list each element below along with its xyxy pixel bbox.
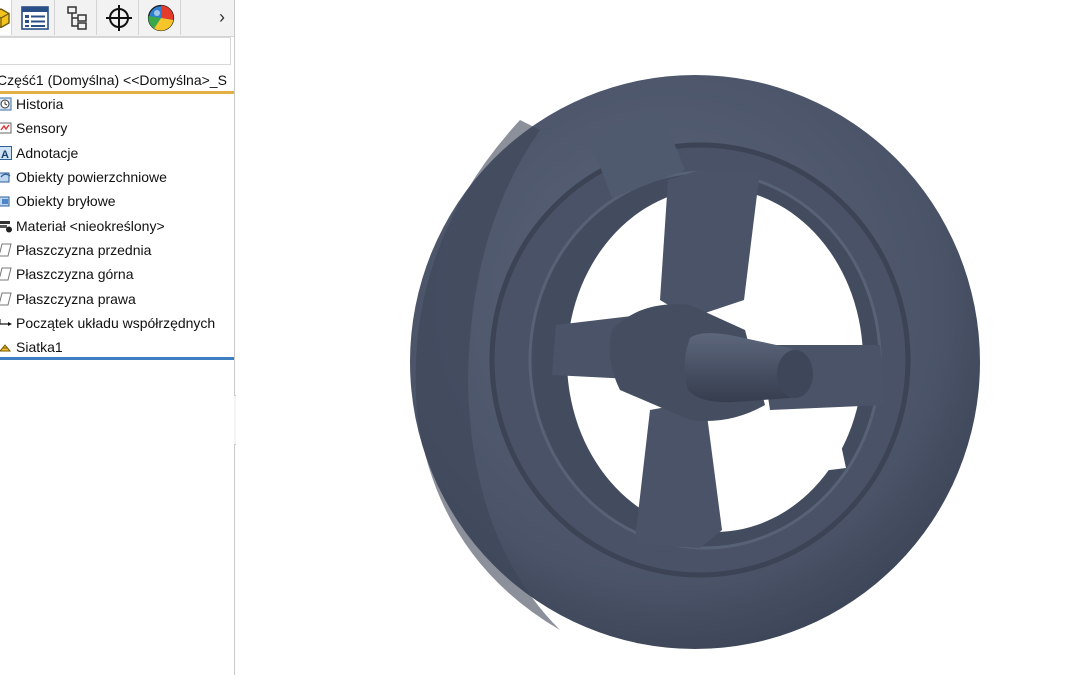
- mesh-icon: [0, 340, 12, 354]
- tree-item-label: Sensory: [16, 120, 68, 137]
- axle-end: [777, 350, 813, 398]
- tree-item-top-plane[interactable]: Płaszczyzna górna: [0, 262, 234, 286]
- plane-icon: [0, 292, 12, 306]
- solid-bodies-icon: [0, 194, 12, 208]
- tree-item-right-plane[interactable]: Płaszczyzna prawa: [0, 286, 234, 310]
- svg-text:A: A: [1, 149, 9, 160]
- tree-item-origin[interactable]: Początek układu współrzędnych: [0, 311, 234, 335]
- appearance-sphere-icon: [147, 4, 174, 31]
- tree-item-annotations[interactable]: A Adnotacje: [0, 141, 234, 165]
- tree-item-history[interactable]: Historia: [0, 92, 234, 116]
- configuration-manager-tab[interactable]: [57, 0, 97, 35]
- feature-manager-panel: › Część1 (Domyślna) <<Domyślna>_S Histor…: [0, 0, 235, 675]
- tree-item-sensors[interactable]: Sensory: [0, 116, 234, 140]
- tree-item-surface-bodies[interactable]: Obiekty powierzchniowe: [0, 165, 234, 189]
- graphics-viewport[interactable]: [236, 0, 1080, 675]
- tree-item-label: Obiekty powierzchniowe: [16, 169, 167, 186]
- tree-item-label: Płaszczyzna prawa: [16, 290, 136, 307]
- plane-icon: [0, 267, 12, 281]
- manager-tab-bar: ›: [0, 0, 234, 37]
- surface-bodies-icon: [0, 170, 12, 184]
- tree-item-label: Płaszczyzna górna: [16, 266, 134, 283]
- tree-root-label: Część1 (Domyślna) <<Domyślna>_S: [0, 72, 227, 88]
- display-manager-tab[interactable]: [141, 0, 181, 35]
- history-icon: [0, 97, 12, 111]
- tree-item-front-plane[interactable]: Płaszczyzna przednia: [0, 238, 234, 262]
- tree-item-label: Siatka1: [16, 339, 63, 356]
- tree-item-label: Obiekty bryłowe: [16, 193, 116, 210]
- rollback-bar[interactable]: [0, 357, 234, 360]
- crosshair-icon: [105, 4, 132, 31]
- tree-item-label: Materiał <nieokreślony>: [16, 217, 165, 234]
- feature-manager-tab[interactable]: [0, 0, 12, 35]
- tree-item-label: Płaszczyzna przednia: [16, 241, 152, 258]
- part-icon: [0, 7, 10, 28]
- property-list-icon: [20, 5, 49, 30]
- chevron-right-icon[interactable]: ›: [212, 4, 232, 30]
- material-icon: [0, 219, 12, 233]
- configuration-icon: [66, 5, 87, 30]
- dimxpert-manager-tab[interactable]: [99, 0, 139, 35]
- annotations-icon: A: [0, 145, 12, 160]
- tree-filter-input[interactable]: [0, 37, 231, 65]
- tree-item-solid-bodies[interactable]: Obiekty bryłowe: [0, 189, 234, 213]
- tree-item-label: Historia: [16, 96, 64, 113]
- plane-icon: [0, 243, 12, 257]
- tree-item-mesh[interactable]: Siatka1: [0, 335, 234, 359]
- tree-item-label: Adnotacje: [16, 144, 79, 161]
- tree-item-label: Początek układu współrzędnych: [16, 314, 216, 331]
- sensor-icon: [0, 121, 12, 135]
- feature-tree: Historia Sensory A Adnotacje Obiekty pow…: [0, 92, 234, 359]
- tree-root-part[interactable]: Część1 (Domyślna) <<Domyślna>_S: [0, 70, 234, 94]
- wheel-model: [410, 75, 980, 649]
- property-manager-tab[interactable]: [15, 0, 55, 35]
- origin-icon: [0, 316, 12, 330]
- tree-item-material[interactable]: Materiał <nieokreślony>: [0, 213, 234, 237]
